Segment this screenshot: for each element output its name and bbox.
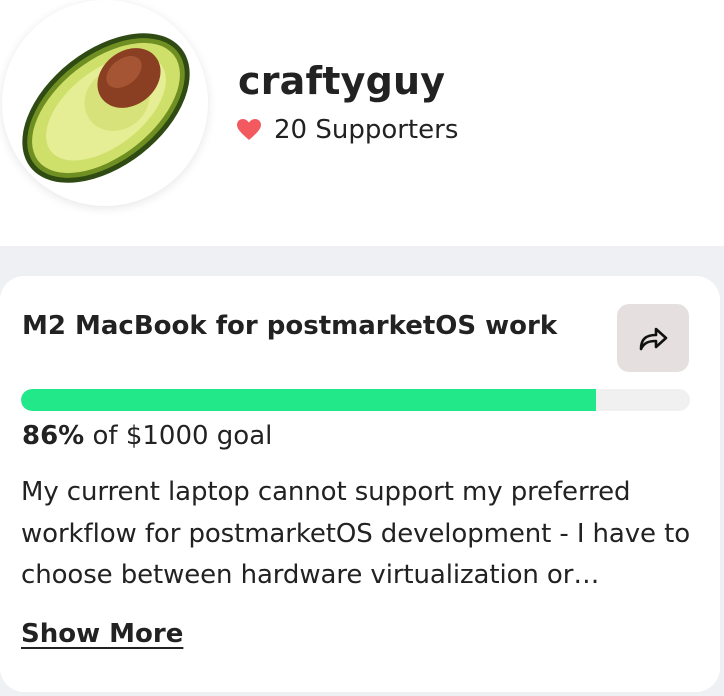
supporters-count: 20 Supporters <box>236 112 458 148</box>
profile-header: craftyguy 20 Supporters <box>0 0 724 246</box>
supporters-label: 20 Supporters <box>274 115 459 145</box>
username: craftyguy <box>238 59 446 103</box>
goal-summary: 86% of $1000 goal <box>22 416 272 456</box>
share-arrow-icon <box>639 327 668 351</box>
heart-icon <box>236 118 262 142</box>
campaign-card: M2 MacBook for postmarketOS work 86% of … <box>0 276 720 692</box>
goal-percent: 86% <box>22 421 85 451</box>
progress-bar <box>21 389 690 411</box>
goal-text: of $1000 goal <box>84 421 273 451</box>
share-button[interactable] <box>617 304 689 372</box>
progress-fill <box>21 389 597 411</box>
campaign-title: M2 MacBook for postmarketOS work <box>22 311 558 341</box>
avocado-image <box>22 33 190 183</box>
campaign-description: My current laptop cannot support my pref… <box>21 477 691 590</box>
show-more-link[interactable]: Show More <box>21 614 183 654</box>
avatar[interactable] <box>2 0 208 206</box>
